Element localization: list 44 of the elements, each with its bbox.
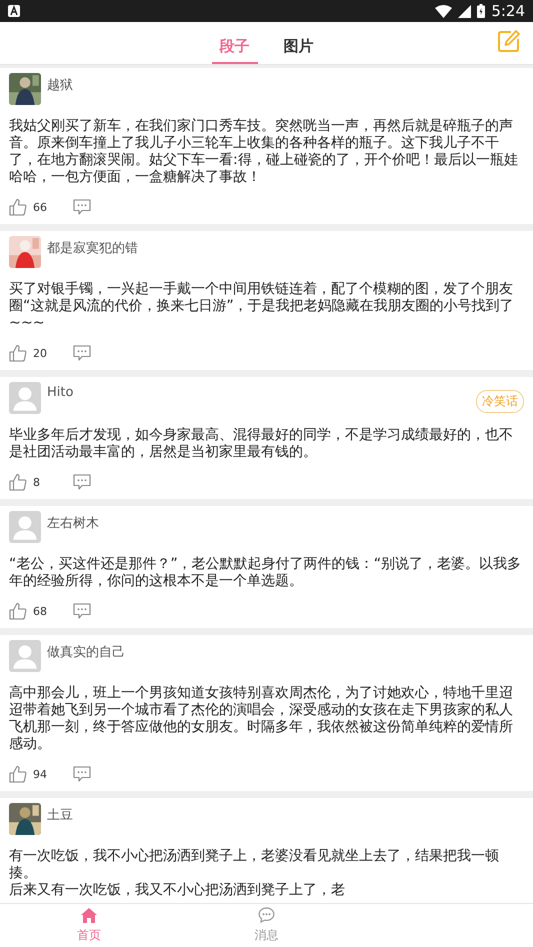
like-count: 20 xyxy=(33,346,48,360)
tab[interactable]: 段子 xyxy=(212,22,258,64)
comment-icon[interactable] xyxy=(73,199,91,215)
status-time: 5:24 xyxy=(491,2,525,20)
author-name: 左右树木 xyxy=(47,515,100,532)
comment-icon[interactable] xyxy=(73,474,91,490)
post-text: “老公，买这件还是那件？”，老公默默起身付了两件的钱：“别说了，老婆。以我多年的经验所得，你问的这根本不是一个单选题。 xyxy=(9,556,522,590)
home-icon xyxy=(80,908,97,922)
notification-icon xyxy=(8,5,20,17)
thumbs-up-icon[interactable] xyxy=(9,765,27,783)
edit-icon[interactable] xyxy=(498,30,520,52)
post-text: 高中那会儿，班上一个男孩知道女孩特别喜欢周杰伦，为了讨她欢心，特地千里迢迢带着她飞到另一个城市看了杰伦的演唱会，深受感动的女孩在走下男孩家的私人飞机那一刻，终于答应做他的女朋友。时隔多年，我依然被这份简单纯粹的爱情所感动。 xyxy=(9,685,514,753)
thumbs-up-icon[interactable] xyxy=(9,473,27,491)
post-text: 毕业多年后才发现，如今身家最高、混得最好的同学，不是学习成绩最好的，也不是社团活动最丰富的，居然是当初家里最有钱的。 xyxy=(9,427,514,461)
author-name: 都是寂寞犯的错 xyxy=(47,240,139,257)
post-text: 后来又有一次吃饭，我又不小心把汤洒到凳子上了，老 xyxy=(9,882,346,899)
post-text: 有一次吃饭，我不小心把汤洒到凳子上，老婆没看见就坐上去了，结果把我一顿揍。 xyxy=(9,848,500,882)
comment-icon[interactable] xyxy=(73,345,91,361)
like-count: 66 xyxy=(33,200,48,214)
person-silhouette-icon xyxy=(9,511,41,543)
post-text: 我姑父刚买了新车，在我们家门口秀车技。突然咣当一声，再然后就是碎瓶子的声音。原来倒车撞上了我儿子小三轮车上收集的各种各样的瓶子。这下我儿子不干了，在地方翻滚哭闹。姑父下车一看:得，碰上碰瓷的了，开个价吧！最后以一瓶娃哈哈，一包方便面，一盒糖解决了事故！ xyxy=(9,118,519,186)
thumbs-up-icon[interactable] xyxy=(9,198,27,216)
battery-icon xyxy=(477,4,486,18)
person-silhouette-icon xyxy=(9,382,41,414)
nav-tab[interactable]: 首页 xyxy=(0,904,178,947)
person-silhouette-icon xyxy=(9,640,41,672)
comment-icon[interactable] xyxy=(73,766,91,782)
chat-bubble-icon xyxy=(258,907,275,923)
post-text: 买了对银手镯，一兴起一手戴一个中间用铁链连着，配了个模糊的图，发了个朋友圈“这就是风流的代价，换来七日游”，于是我把老妈隐藏在我朋友圈的小号找到了~~~ xyxy=(9,281,515,332)
author-name: 越狱 xyxy=(47,77,74,94)
like-count: 94 xyxy=(33,768,48,780)
tab[interactable]: 图片 xyxy=(276,22,322,64)
author-name: 做真实的自己 xyxy=(47,644,126,661)
like-count: 8 xyxy=(33,476,41,488)
thumbs-up-icon[interactable] xyxy=(9,602,27,620)
category-tag: 冷笑话 xyxy=(476,390,524,413)
author-name: Hito xyxy=(47,385,74,400)
thumbs-up-icon[interactable] xyxy=(9,344,27,362)
signal-icon xyxy=(458,4,472,18)
nav-tab[interactable]: 消息 xyxy=(178,904,356,947)
comment-icon[interactable] xyxy=(73,603,91,619)
like-count: 68 xyxy=(33,604,48,618)
author-name: 土豆 xyxy=(47,807,74,824)
wifi-icon xyxy=(435,4,452,18)
